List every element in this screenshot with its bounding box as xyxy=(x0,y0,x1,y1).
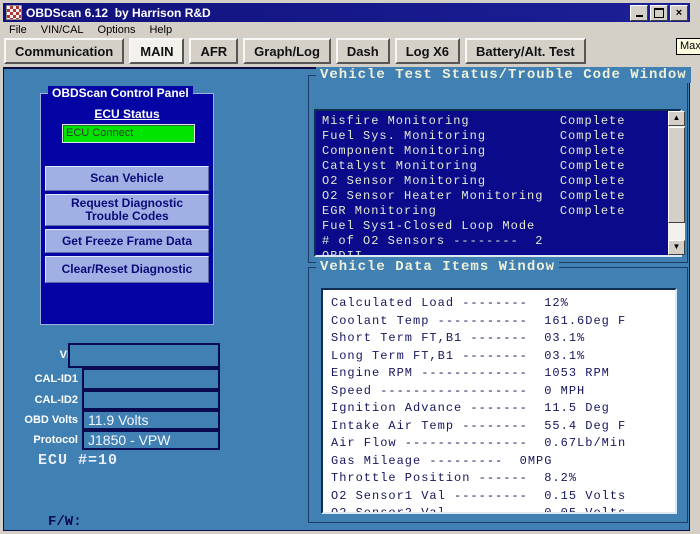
vin-label: VIN xyxy=(4,349,78,361)
protocol-label: Protocol xyxy=(4,434,78,446)
data-row-long-term-ft-b1-03-1[interactable]: Long Term FT,B1 -------- 03.1% xyxy=(331,348,671,366)
tabbar: CommunicationMAINAFRGraph/LogDashLog X6B… xyxy=(4,38,690,67)
cal-id2-label: CAL-ID2 xyxy=(4,394,78,406)
status-row-obdii[interactable]: OBDII xyxy=(322,249,660,257)
titlebar: OBDScan 6.12 by Harrison R&D × xyxy=(3,3,690,22)
minimize-button[interactable] xyxy=(630,5,648,21)
get-freeze-frame-button[interactable]: Get Freeze Frame Data xyxy=(45,229,209,253)
scan-vehicle-button[interactable]: Scan Vehicle xyxy=(45,166,209,191)
data-row-speed-0-mph[interactable]: Speed ------------------ 0 MPH xyxy=(331,383,671,401)
request-dtc-button[interactable]: Request Diagnostic Trouble Codes xyxy=(45,194,209,226)
scrollbar-thumb[interactable] xyxy=(668,127,685,223)
tab-graph-log[interactable]: Graph/Log xyxy=(243,38,331,64)
maximize-button[interactable] xyxy=(650,5,668,21)
status-row-of-o2-sensors-2[interactable]: # of O2 Sensors -------- 2 xyxy=(322,234,660,249)
close-button[interactable]: × xyxy=(670,5,688,21)
maximize-tooltip: Maxi xyxy=(676,38,700,55)
data-row-ignition-advance-11-5-deg[interactable]: Ignition Advance ------- 11.5 Deg xyxy=(331,400,671,418)
data-row-intake-air-temp-55-4-deg-f[interactable]: Intake Air Temp -------- 55.4 Deg F xyxy=(331,418,671,436)
status-row-component-monitoring-complete[interactable]: Component Monitoring Complete xyxy=(322,144,660,159)
ecu-status-field: ECU Connect xyxy=(62,124,195,143)
status-row-o2-sensor-heater-monitoring-complete[interactable]: O2 Sensor Heater Monitoring Complete xyxy=(322,189,660,204)
status-list-scrollbar[interactable]: ▲ ▼ xyxy=(668,111,685,255)
vehicle-data-items-group: Vehicle Data Items Window Calculated Loa… xyxy=(308,267,688,523)
control-panel-title: OBDScan Control Panel xyxy=(48,86,193,100)
scroll-down-icon[interactable]: ▼ xyxy=(668,240,685,255)
status-row-fuel-sys1-closed-loop-mode[interactable]: Fuel Sys1-Closed Loop Mode xyxy=(322,219,660,234)
client-area: OBDScan Control Panel ECU Status ECU Con… xyxy=(3,67,690,531)
protocol-field: J1850 - VPW xyxy=(82,430,220,450)
data-row-o2-sensor2-val-0-05-volts[interactable]: O2 Sensor2 Val --------- 0.05 Volts xyxy=(331,505,671,514)
control-panel-buttons: Scan Vehicle Request Diagnostic Trouble … xyxy=(45,166,209,283)
status-row-o2-sensor-monitoring-complete[interactable]: O2 Sensor Monitoring Complete xyxy=(322,174,660,189)
ecu-number-label: ECU #=10 xyxy=(38,452,118,469)
status-row-egr-monitoring-complete[interactable]: EGR Monitoring Complete xyxy=(322,204,660,219)
status-row-fuel-sys-monitoring-complete[interactable]: Fuel Sys. Monitoring Complete xyxy=(322,129,660,144)
tab-log-x6[interactable]: Log X6 xyxy=(395,38,460,64)
obd-volts-field: 11.9 Volts xyxy=(82,410,220,430)
data-row-engine-rpm-1053-rpm[interactable]: Engine RPM ------------- 1053 RPM xyxy=(331,365,671,383)
vehicle-data-items-list[interactable]: Calculated Load -------- 12%Coolant Temp… xyxy=(321,288,677,514)
obd-volts-value: 11.9 Volts xyxy=(84,412,218,428)
window-controls: × xyxy=(630,5,688,21)
firmware-label: F/W: xyxy=(48,514,82,530)
cal-id2-field[interactable] xyxy=(82,390,220,410)
cal-id1-field[interactable] xyxy=(82,368,220,390)
clear-reset-button[interactable]: Clear/Reset Diagnostic xyxy=(45,256,209,283)
menu-item-options[interactable]: Options xyxy=(92,23,144,37)
vehicle-data-items-title: Vehicle Data Items Window xyxy=(316,259,559,275)
data-row-calculated-load-12[interactable]: Calculated Load -------- 12% xyxy=(331,295,671,313)
obd-volts-label: OBD Volts xyxy=(4,414,78,426)
protocol-value: J1850 - VPW xyxy=(84,432,218,448)
menu-item-vin-cal[interactable]: VIN/CAL xyxy=(35,23,92,37)
status-row-misfire-monitoring-complete[interactable]: Misfire Monitoring Complete xyxy=(322,114,660,129)
data-row-coolant-temp-161-6deg-f[interactable]: Coolant Temp ----------- 161.6Deg F xyxy=(331,313,671,331)
data-row-air-flow-0-67lb-min[interactable]: Air Flow --------------- 0.67Lb/Min xyxy=(331,435,671,453)
tab-dash[interactable]: Dash xyxy=(336,38,390,64)
tab-afr[interactable]: AFR xyxy=(189,38,238,64)
tab-communication[interactable]: Communication xyxy=(4,38,124,64)
menu-item-file[interactable]: File xyxy=(3,23,35,37)
tab-battery-alt-test[interactable]: Battery/Alt. Test xyxy=(465,38,586,64)
close-icon: × xyxy=(676,8,682,18)
data-row-gas-mileage-0mpg[interactable]: Gas Mileage --------- 0MPG xyxy=(331,453,671,471)
tab-main[interactable]: MAIN xyxy=(129,38,184,64)
vehicle-test-status-list[interactable]: Misfire Monitoring CompleteFuel Sys. Mon… xyxy=(314,109,682,257)
cal-id1-label: CAL-ID1 xyxy=(4,373,78,385)
status-row-catalyst-monitoring-complete[interactable]: Catalyst Monitoring Complete xyxy=(322,159,660,174)
window-title: OBDScan 6.12 by Harrison R&D xyxy=(26,6,211,20)
menubar: FileVIN/CALOptionsHelp xyxy=(3,22,690,38)
ecu-status-label: ECU Status xyxy=(41,107,213,121)
vehicle-test-status-title: Vehicle Test Status/Trouble Code Window xyxy=(316,67,691,83)
vehicle-test-status-group: Vehicle Test Status/Trouble Code Window … xyxy=(308,75,688,263)
vin-field[interactable] xyxy=(68,343,220,368)
obdscan-control-panel: OBDScan Control Panel ECU Status ECU Con… xyxy=(40,93,214,325)
data-row-throttle-position-8-2[interactable]: Throttle Position ------ 8.2% xyxy=(331,470,671,488)
data-row-o2-sensor1-val-0-15-volts[interactable]: O2 Sensor1 Val --------- 0.15 Volts xyxy=(331,488,671,506)
scroll-up-icon[interactable]: ▲ xyxy=(668,111,685,126)
menu-item-help[interactable]: Help xyxy=(143,23,180,37)
data-row-short-term-ft-b1-03-1[interactable]: Short Term FT,B1 ------- 03.1% xyxy=(331,330,671,348)
maximize-icon xyxy=(654,8,664,18)
app-window: OBDScan 6.12 by Harrison R&D × FileVIN/C… xyxy=(0,0,700,534)
minimize-icon xyxy=(636,15,643,17)
app-icon xyxy=(6,5,22,20)
